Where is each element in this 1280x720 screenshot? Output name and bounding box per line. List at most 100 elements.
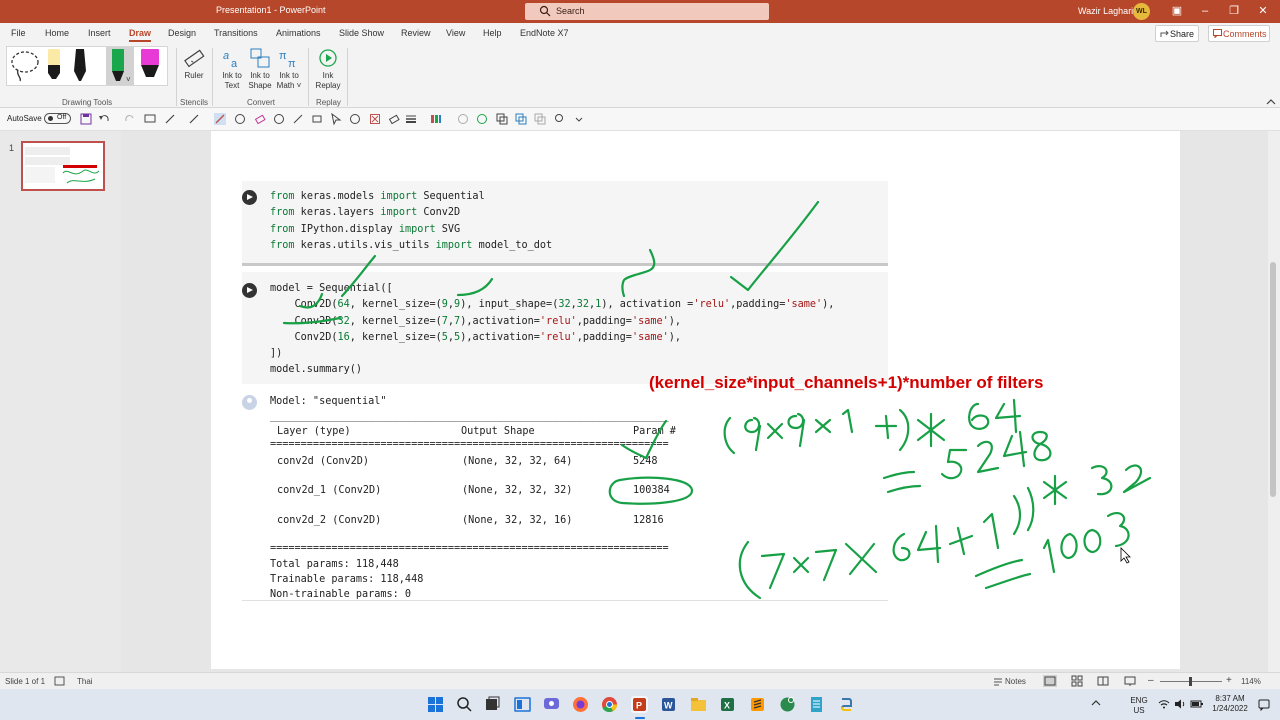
powerpoint-icon[interactable]: P bbox=[631, 696, 648, 713]
minimize-icon[interactable]: – bbox=[1198, 4, 1212, 18]
arrange-icon[interactable] bbox=[496, 113, 508, 125]
tab-transitions[interactable]: Transitions bbox=[214, 28, 258, 38]
notepad-icon[interactable] bbox=[808, 696, 825, 713]
tab-endnote[interactable]: EndNote X7 bbox=[520, 28, 569, 38]
pen-black-icon[interactable] bbox=[74, 49, 86, 81]
excel-icon[interactable]: X bbox=[719, 696, 736, 713]
reading-view-icon[interactable] bbox=[1097, 675, 1109, 687]
line-weight-icon[interactable] bbox=[405, 113, 417, 125]
ruler-button[interactable]: Ruler bbox=[181, 47, 207, 81]
avatar[interactable]: WL bbox=[1133, 3, 1150, 20]
lasso-small-icon[interactable] bbox=[349, 113, 361, 125]
user-name[interactable]: Wazir Laghari bbox=[1078, 6, 1133, 16]
highlighter-icon[interactable] bbox=[311, 113, 323, 125]
python-icon[interactable] bbox=[838, 696, 855, 713]
word-icon[interactable]: W bbox=[660, 696, 677, 713]
lasso-select-icon[interactable] bbox=[8, 48, 42, 82]
zoom-level[interactable]: 114% bbox=[1241, 677, 1261, 686]
sublime-icon[interactable] bbox=[749, 696, 766, 713]
ruler-small-icon[interactable] bbox=[292, 113, 304, 125]
language-label[interactable]: Thai bbox=[77, 677, 93, 686]
draw-icon[interactable] bbox=[214, 113, 226, 125]
pointer-icon[interactable] bbox=[330, 113, 342, 125]
ink-to-text-button[interactable]: aa Ink to Text bbox=[219, 47, 245, 91]
clock[interactable]: 8:37 AM 1/24/2022 bbox=[1208, 694, 1252, 714]
normal-view-icon[interactable] bbox=[1043, 675, 1057, 687]
slide-thumbnail-1[interactable] bbox=[21, 141, 105, 191]
redo-icon[interactable] bbox=[124, 113, 136, 125]
battery-icon[interactable] bbox=[1190, 699, 1204, 709]
delete-icon[interactable] bbox=[369, 113, 381, 125]
tab-file[interactable]: File bbox=[11, 28, 26, 38]
search-icon[interactable] bbox=[456, 696, 473, 713]
collapse-ribbon-icon[interactable] bbox=[1266, 98, 1276, 106]
ink-to-math-button[interactable]: ππ Ink to Math ˅ bbox=[275, 47, 303, 91]
replay-icon[interactable] bbox=[234, 113, 246, 125]
pen-yellow-icon[interactable] bbox=[48, 49, 60, 79]
pen-icon[interactable] bbox=[164, 113, 176, 125]
chat-icon[interactable] bbox=[543, 696, 560, 713]
zoom-out-icon[interactable]: – bbox=[1148, 675, 1154, 686]
zoom-slider-thumb[interactable] bbox=[1189, 677, 1192, 686]
color-picker-icon[interactable] bbox=[430, 113, 442, 125]
app-icon[interactable] bbox=[779, 696, 796, 713]
task-view-icon[interactable] bbox=[484, 696, 501, 713]
tab-help[interactable]: Help bbox=[483, 28, 502, 38]
close-icon[interactable]: ✕ bbox=[1256, 4, 1270, 18]
from-beginning-icon[interactable] bbox=[144, 113, 156, 125]
formula-annotation[interactable]: (kernel_size*input_channels+1)*number of… bbox=[649, 373, 1043, 393]
windows-start-icon[interactable] bbox=[427, 696, 444, 713]
save-icon[interactable] bbox=[80, 113, 92, 125]
ink-to-shape-button[interactable]: Ink to Shape bbox=[247, 47, 273, 91]
replay-small-icon[interactable] bbox=[457, 113, 469, 125]
code-token: ,padding= bbox=[730, 299, 786, 311]
stroke-eraser-icon[interactable] bbox=[388, 113, 400, 125]
vertical-scrollbar[interactable] bbox=[1268, 131, 1280, 672]
chevron-up-icon[interactable] bbox=[1091, 699, 1101, 707]
tab-insert[interactable]: Insert bbox=[88, 28, 111, 38]
ungroup-icon[interactable] bbox=[534, 113, 546, 125]
tab-home[interactable]: Home bbox=[45, 28, 69, 38]
tab-animations[interactable]: Animations bbox=[276, 28, 321, 38]
customize-toolbar-icon[interactable] bbox=[573, 113, 585, 125]
notes-button[interactable]: Notes bbox=[1005, 677, 1026, 686]
zoom-in-icon[interactable]: + bbox=[1226, 675, 1232, 686]
file-explorer-icon[interactable] bbox=[690, 696, 707, 713]
autosave-toggle[interactable]: Off bbox=[44, 113, 71, 124]
restore-icon[interactable]: ❐ bbox=[1227, 4, 1241, 18]
scrollbar-thumb[interactable] bbox=[1270, 262, 1276, 497]
ink-replay-button[interactable]: Ink Replay bbox=[314, 47, 342, 91]
widgets-icon[interactable] bbox=[514, 696, 531, 713]
tab-view[interactable]: View bbox=[446, 28, 465, 38]
undo-icon[interactable] bbox=[98, 113, 110, 125]
pencil-icon[interactable] bbox=[188, 113, 200, 125]
language-indicator[interactable]: ENG US bbox=[1128, 696, 1150, 716]
accessibility-icon[interactable] bbox=[54, 676, 65, 686]
notification-icon[interactable] bbox=[1258, 699, 1270, 711]
slide-sorter-icon[interactable] bbox=[1071, 675, 1083, 687]
share-button[interactable]: Share bbox=[1155, 25, 1199, 42]
comments-button[interactable]: Comments bbox=[1208, 25, 1270, 42]
eraser-icon[interactable] bbox=[254, 113, 266, 125]
tab-review[interactable]: Review bbox=[401, 28, 431, 38]
tab-slide-show[interactable]: Slide Show bbox=[339, 28, 384, 38]
wifi-icon[interactable] bbox=[1158, 699, 1170, 709]
tab-design[interactable]: Design bbox=[168, 28, 196, 38]
group-icon[interactable] bbox=[515, 113, 527, 125]
rotate-icon[interactable] bbox=[273, 113, 285, 125]
slide-show-icon[interactable] bbox=[1124, 675, 1136, 687]
tab-draw[interactable]: Draw bbox=[129, 28, 152, 42]
ribbon-display-icon[interactable]: ▣ bbox=[1170, 4, 1184, 18]
svg-text:π: π bbox=[279, 50, 287, 62]
svg-text:˅: ˅ bbox=[126, 75, 131, 84]
summary-rule: ========================================… bbox=[270, 543, 669, 554]
firefox-icon[interactable] bbox=[572, 696, 589, 713]
highlighter-pink-icon[interactable] bbox=[141, 49, 159, 77]
shapes-icon[interactable] bbox=[554, 113, 566, 125]
run-cell-button[interactable] bbox=[242, 190, 257, 205]
chrome-icon[interactable] bbox=[601, 696, 618, 713]
ink-replay-small-icon[interactable] bbox=[476, 113, 488, 125]
run-cell-button[interactable] bbox=[242, 283, 257, 298]
search-box[interactable]: Search bbox=[525, 3, 769, 20]
volume-icon[interactable] bbox=[1174, 699, 1186, 709]
